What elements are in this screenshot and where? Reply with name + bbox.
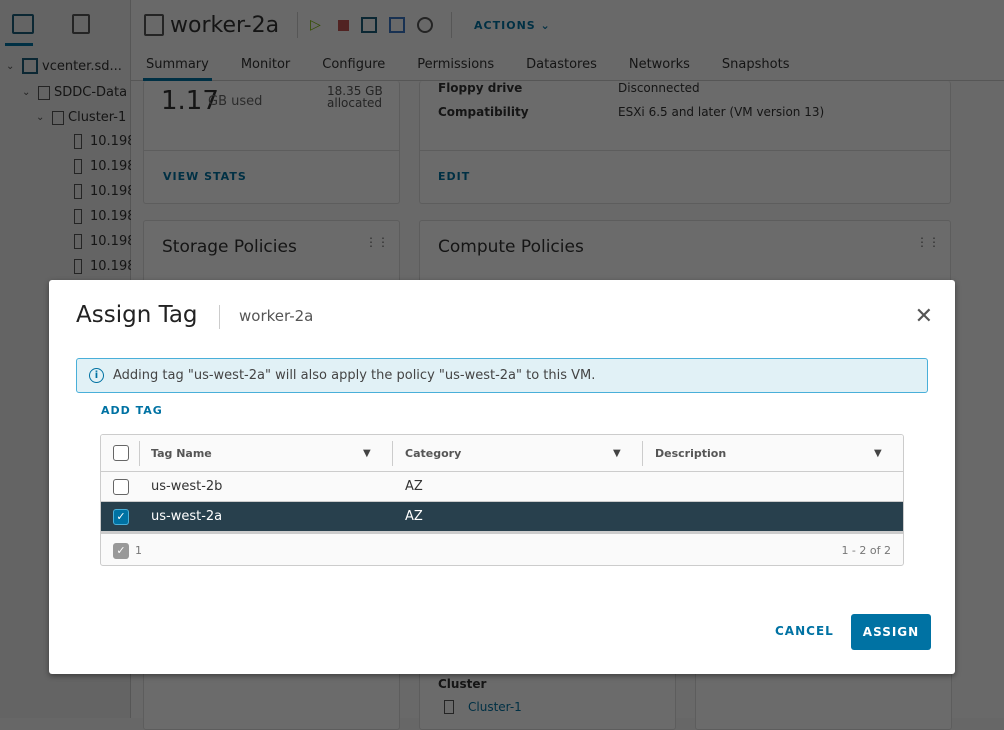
tab-datastores[interactable]: Datastores [526,52,597,80]
tag-name: us-west-2a [151,509,223,524]
drag-handle-icon[interactable]: ⋮⋮ [365,235,389,249]
close-icon[interactable]: ✕ [915,304,933,329]
vm-icon [144,14,164,36]
host-icon [74,209,82,224]
cluster-link[interactable]: Cluster-1 [468,700,522,714]
divider [297,12,299,38]
column-header-tag-name[interactable]: Tag Name [151,435,212,471]
cancel-button[interactable]: CANCEL [775,624,834,638]
storage-usage-card: 1.17 GB used 18.35 GB allocated VIEW STA… [143,81,400,204]
card-title: Compute Policies [438,237,584,257]
selected-count: 1 [135,544,142,557]
tree-item-host[interactable]: 10.198 [74,159,136,174]
dialog-title: Assign Tag [76,302,198,328]
row-checkbox[interactable] [113,478,129,495]
host-icon [74,234,82,249]
divider [451,12,453,38]
tag-name: us-west-2b [151,479,223,494]
alert-text: Adding tag "us-west-2a" will also apply … [113,368,596,383]
edit-settings-icon[interactable] [389,17,406,33]
card-title: Storage Policies [162,237,297,257]
tree-item-host[interactable]: 10.198 [74,209,136,224]
hosts-clusters-tab-icon[interactable] [12,14,34,34]
host-icon [74,184,82,199]
edit-link[interactable]: EDIT [438,170,470,183]
chevron-down-icon[interactable]: ⌄ [36,112,48,123]
column-header-category[interactable]: Category [405,435,461,471]
tree-item-host[interactable]: 10.198 [74,184,136,199]
floppy-label: Floppy drive [438,81,523,95]
vcenter-icon [22,58,38,74]
drag-handle-icon[interactable]: ⋮⋮ [916,235,940,249]
table-row[interactable]: us-west-2b AZ [101,472,903,502]
pagination-text: 1 - 2 of 2 [841,544,891,557]
column-divider [642,441,643,466]
select-all-checkbox[interactable] [113,445,129,461]
divider [219,305,220,329]
tree-item-host[interactable]: 10.198 [74,259,136,274]
tab-monitor[interactable]: Monitor [241,52,290,80]
power-off-icon[interactable] [338,19,350,31]
cluster-label: Cluster [438,677,487,691]
active-tab-indicator [5,43,33,46]
snapshot-icon[interactable] [417,17,434,33]
view-stats-link[interactable]: VIEW STATS [163,170,247,183]
tab-permissions[interactable]: Permissions [417,52,494,80]
tab-snapshots[interactable]: Snapshots [722,52,790,80]
column-divider [139,441,140,466]
info-alert: i Adding tag "us-west-2a" will also appl… [76,358,928,393]
chevron-down-icon[interactable]: ⌄ [6,61,18,72]
console-icon[interactable] [361,17,378,33]
add-tag-button[interactable]: ADD TAG [101,404,163,417]
tree-item-vcenter[interactable]: ⌄ vcenter.sd... [6,58,122,74]
storage-allocated-label: allocated [327,96,383,110]
floppy-value: Disconnected [618,81,700,95]
vm-hardware-card: Floppy drive Disconnected Compatibility … [419,81,951,204]
tree-item-host[interactable]: 10.198 [74,134,136,149]
assign-tag-dialog: Assign Tag worker-2a ✕ i Adding tag "us-… [49,280,955,674]
column-header-description[interactable]: Description [655,435,726,471]
host-icon [74,159,82,174]
vms-templates-tab-icon[interactable] [72,14,90,34]
datacenter-icon [38,85,50,100]
host-icon [74,134,82,149]
dialog-subtitle: worker-2a [239,307,314,325]
chevron-down-icon[interactable]: ⌄ [22,87,34,98]
filter-icon[interactable]: ▼ [363,448,371,459]
filter-icon[interactable]: ▼ [874,448,882,459]
host-icon [74,259,82,274]
tree-item-host[interactable]: 10.198 [74,234,136,249]
storage-used-unit: GB used [208,94,263,109]
tag-grid: Tag Name ▼ Category ▼ Description ▼ us-w… [100,434,904,566]
page-title: worker-2a [170,12,280,38]
tab-networks[interactable]: Networks [629,52,690,80]
cluster-icon [52,110,64,125]
row-checkbox-checked[interactable]: ✓ [113,508,129,525]
cluster-icon [444,700,454,714]
tree-item-datacenter[interactable]: ⌄ SDDC-Data [22,85,127,100]
tag-category: AZ [405,479,423,494]
grid-header: Tag Name ▼ Category ▼ Description ▼ [101,435,903,472]
column-divider [392,441,393,466]
filter-icon[interactable]: ▼ [613,448,621,459]
assign-button[interactable]: ASSIGN [851,614,931,650]
selection-count-icon: ✓ [113,542,129,559]
tab-bar: Summary Monitor Configure Permissions Da… [131,52,1004,81]
tree-item-cluster[interactable]: ⌄ Cluster-1 [36,110,126,125]
grid-footer: ✓ 1 1 - 2 of 2 [101,531,903,565]
tab-summary[interactable]: Summary [143,52,212,81]
tag-category: AZ [405,509,423,524]
table-row-selected[interactable]: ✓ us-west-2a AZ [101,502,903,531]
compatibility-label: Compatibility [438,105,529,119]
info-icon: i [89,368,104,383]
compatibility-value: ESXi 6.5 and later (VM version 13) [618,105,825,119]
tab-configure[interactable]: Configure [322,52,385,80]
power-on-icon[interactable]: ▷ [310,17,326,33]
actions-menu[interactable]: ACTIONS ⌄ [474,19,551,32]
